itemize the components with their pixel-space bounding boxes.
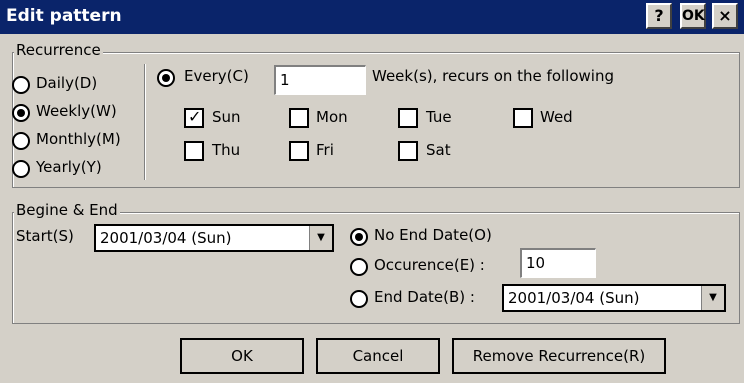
no-end-date-label[interactable]: No End Date(O) [374,226,492,244]
close-button[interactable]: × [712,3,738,29]
weekly-label[interactable]: Weekly(W) [36,102,117,120]
sat-checkbox[interactable] [398,141,418,161]
fri-label[interactable]: Fri [316,141,334,159]
every-input[interactable]: 1 [274,65,366,95]
sun-checkbox[interactable]: ✓ [184,107,204,128]
window-title: Edit pattern [6,6,122,26]
edit-pattern-dialog: Edit pattern ? OK × Recurrence Daily(D) … [0,0,744,383]
start-date-select[interactable]: 2001/03/04 (Sun) ▼ [94,224,334,252]
no-end-date-radio[interactable] [350,228,368,246]
sat-label[interactable]: Sat [426,141,451,159]
occurence-radio[interactable] [350,258,368,276]
mon-label[interactable]: Mon [316,108,348,126]
start-date-value: 2001/03/04 (Sun) [100,229,232,247]
wed-label[interactable]: Wed [540,108,573,126]
end-date-select[interactable]: 2001/03/04 (Sun) ▼ [502,284,726,312]
chevron-down-icon[interactable]: ▼ [309,226,332,250]
recurrence-divider [144,64,146,180]
end-date-value: 2001/03/04 (Sun) [508,289,640,307]
help-button[interactable]: ? [646,3,672,29]
thu-checkbox[interactable] [184,141,204,161]
wed-checkbox[interactable] [513,108,533,128]
occurence-label[interactable]: Occurence(E) : [374,256,485,274]
tue-label[interactable]: Tue [426,108,452,126]
thu-label[interactable]: Thu [212,141,240,159]
end-date-radio[interactable] [350,290,368,308]
every-radio[interactable] [157,69,175,87]
remove-recurrence-button[interactable]: Remove Recurrence(R) [452,338,666,374]
tue-checkbox[interactable] [398,108,418,128]
mon-checkbox[interactable] [289,108,309,128]
monthly-radio[interactable] [12,132,30,150]
cancel-button[interactable]: Cancel [316,338,440,374]
occurence-input[interactable]: 10 [520,248,596,278]
weekly-radio[interactable] [12,104,30,122]
chevron-down-icon[interactable]: ▼ [701,286,724,310]
yearly-label[interactable]: Yearly(Y) [36,158,102,176]
ok-title-button[interactable]: OK [680,3,706,29]
fri-checkbox[interactable] [289,141,309,161]
yearly-radio[interactable] [12,160,30,178]
close-icon: × [718,6,732,25]
monthly-label[interactable]: Monthly(M) [36,130,121,148]
end-date-label[interactable]: End Date(B) : [374,288,475,306]
recurrence-legend: Recurrence [14,41,103,59]
ok-button[interactable]: OK [180,338,304,374]
every-label[interactable]: Every(C) [184,67,249,85]
range-legend: Begine & End [14,201,120,219]
every-suffix: Week(s), recurs on the following [372,67,614,85]
check-icon: ✓ [188,107,202,126]
start-label: Start(S) [16,227,74,245]
sun-label[interactable]: Sun [212,108,241,126]
title-bar: Edit pattern ? OK × [0,0,744,34]
daily-label[interactable]: Daily(D) [36,74,97,92]
daily-radio[interactable] [12,76,30,94]
